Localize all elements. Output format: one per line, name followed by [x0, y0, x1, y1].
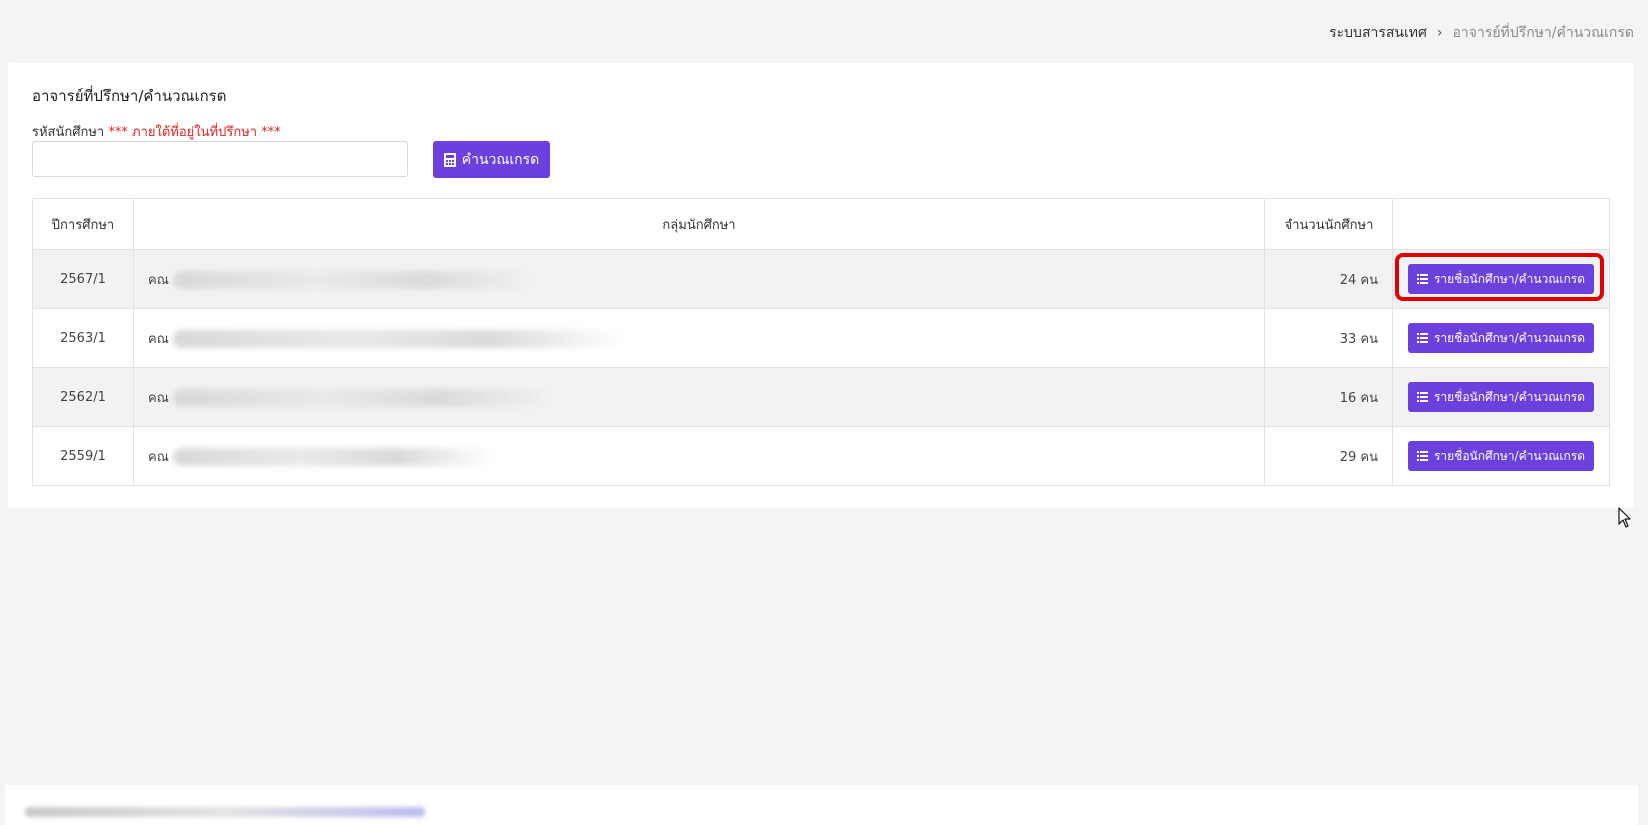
student-list-grade-button[interactable]: รายชื่อนักศึกษา/คำนวณเกรด	[1408, 441, 1594, 471]
row-count: 24 คน	[1264, 249, 1393, 309]
header-student-count: จำนวนนักศึกษา	[1264, 198, 1393, 250]
row-group: คณ	[133, 249, 1265, 309]
row-action-cell: รายชื่อนักศึกษา/คำนวณเกรด	[1392, 426, 1610, 486]
row-count: 29 คน	[1264, 426, 1393, 486]
page-title: อาจารย์ที่ปรึกษา/คำนวณเกรด	[32, 87, 227, 105]
list-icon	[1416, 451, 1428, 461]
student-id-label: รหัสนักศึกษา *** ภายใต้ที่อยู่ในที่ปรึกษ…	[32, 121, 281, 142]
row-group: คณ	[133, 367, 1265, 427]
calculate-grade-label: คำนวณเกรด	[461, 151, 540, 168]
mouse-cursor-icon	[1618, 507, 1631, 528]
row-count: 16 คน	[1264, 367, 1393, 427]
row-year: 2563/1	[32, 308, 134, 368]
table-row: 2567/1 คณ 24 คน รายชื่อนักศึกษา/คำนวณเกร…	[32, 249, 1610, 309]
list-icon	[1416, 392, 1428, 402]
student-id-label-text: รหัสนักศึกษา	[32, 125, 105, 140]
row-action-cell: รายชื่อนักศึกษา/คำนวณเกรด	[1392, 367, 1610, 427]
table-row: 2562/1 คณ 16 คน รายชื่อนักศึกษา/คำนวณเกร…	[32, 367, 1610, 427]
breadcrumb-current: อาจารย์ที่ปรึกษา/คำนวณเกรด	[1452, 25, 1635, 41]
breadcrumb-separator: ›	[1436, 25, 1443, 41]
breadcrumb-root-link[interactable]: ระบบสารสนเทศ	[1329, 22, 1427, 44]
row-year: 2562/1	[32, 367, 134, 427]
header-academic-year: ปีการศึกษา	[32, 198, 134, 250]
redacted-group-name	[172, 448, 493, 466]
student-list-grade-button[interactable]: รายชื่อนักศึกษา/คำนวณเกรด	[1408, 323, 1594, 353]
table-row: 2563/1 คณ 33 คน รายชื่อนักศึกษา/คำนวณเกร…	[32, 308, 1610, 368]
header-action	[1392, 198, 1610, 250]
row-action-cell: รายชื่อนักศึกษา/คำนวณเกรด	[1392, 249, 1610, 309]
student-list-grade-label: รายชื่อนักศึกษา/คำนวณเกรด	[1433, 271, 1586, 286]
row-year: 2567/1	[32, 249, 134, 309]
calculator-icon	[443, 152, 456, 167]
row-group-text: คณ	[148, 390, 169, 406]
row-group: คณ	[133, 308, 1265, 368]
table-header-row: ปีการศึกษา กลุ่มนักศึกษา จำนวนนักศึกษา	[32, 198, 1610, 250]
advisor-card: อาจารย์ที่ปรึกษา/คำนวณเกรด รหัสนักศึกษา …	[8, 63, 1634, 508]
list-icon	[1416, 274, 1428, 284]
row-group-text: คณ	[148, 331, 169, 347]
student-id-warning: *** ภายใต้ที่อยู่ในที่ปรึกษา ***	[108, 125, 281, 140]
student-list-grade-label: รายชื่อนักศึกษา/คำนวณเกรด	[1433, 330, 1586, 345]
table-row: 2559/1 คณ 29 คน รายชื่อนักศึกษา/คำนวณเกร…	[32, 426, 1610, 486]
row-year: 2559/1	[32, 426, 134, 486]
row-group-text: คณ	[148, 449, 169, 465]
redacted-group-name	[172, 271, 533, 289]
calculate-grade-button[interactable]: คำนวณเกรด	[433, 141, 550, 178]
row-count: 33 คน	[1264, 308, 1393, 368]
student-list-grade-label: รายชื่อนักศึกษา/คำนวณเกรด	[1433, 448, 1586, 463]
breadcrumb: ระบบสารสนเทศ › อาจารย์ที่ปรึกษา/คำนวณเกร…	[1329, 22, 1634, 44]
student-list-grade-button[interactable]: รายชื่อนักศึกษา/คำนวณเกรด	[1408, 264, 1594, 294]
student-list-grade-button[interactable]: รายชื่อนักศึกษา/คำนวณเกรด	[1408, 382, 1594, 412]
row-group-text: คณ	[148, 272, 169, 288]
student-id-input[interactable]	[32, 141, 408, 177]
bottom-panel	[5, 785, 1638, 825]
student-list-grade-label: รายชื่อนักศึกษา/คำนวณเกรด	[1433, 389, 1586, 404]
row-group: คณ	[133, 426, 1265, 486]
redacted-footer-text	[25, 807, 425, 817]
redacted-group-name	[172, 330, 623, 348]
header-student-group: กลุ่มนักศึกษา	[133, 198, 1265, 250]
redacted-group-name	[172, 389, 553, 407]
list-icon	[1416, 333, 1428, 343]
row-action-cell: รายชื่อนักศึกษา/คำนวณเกรด	[1392, 308, 1610, 368]
student-group-table: ปีการศึกษา กลุ่มนักศึกษา จำนวนนักศึกษา 2…	[32, 198, 1610, 486]
